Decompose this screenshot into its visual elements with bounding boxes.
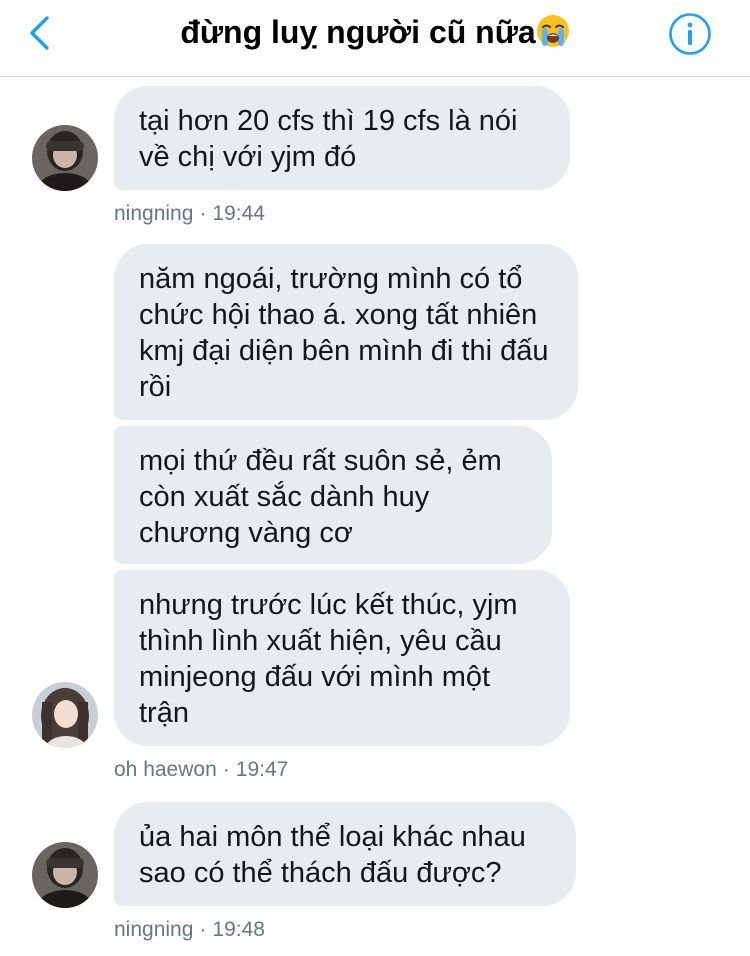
- info-button[interactable]: [668, 12, 712, 56]
- message-time: 19:48: [212, 918, 265, 941]
- message-meta: ningning · 19:44: [114, 202, 265, 226]
- sender-name: ningning: [114, 202, 194, 225]
- message-bubble[interactable]: nhưng trước lúc kết thúc, yjm thình lình…: [114, 570, 570, 746]
- avatar-image: [32, 842, 98, 908]
- meta-separator: ·: [199, 918, 207, 941]
- avatar-ningning[interactable]: [32, 842, 98, 908]
- message-text: năm ngoái, trường mình có tổ chức hội th…: [139, 263, 549, 403]
- avatar-oh-haewon[interactable]: [32, 682, 98, 748]
- conversation-title-row: đừng luỵ người cũ nữa: [0, 14, 750, 51]
- message-bubble[interactable]: tại hơn 20 cfs thì 19 cfs là nói về chị …: [114, 86, 570, 190]
- meta-separator: ·: [199, 202, 207, 225]
- sender-name: oh haewon: [114, 758, 217, 781]
- message-text: mọi thứ đều rất suôn sẻ, ẻm còn xuất sắc…: [139, 445, 502, 549]
- message-time: 19:44: [212, 202, 265, 225]
- message-bubble[interactable]: năm ngoái, trường mình có tổ chức hội th…: [114, 244, 578, 420]
- conversation-header: đừng luỵ người cũ nữa: [0, 0, 750, 77]
- conversation-title: đừng luỵ người cũ nữa: [180, 14, 536, 50]
- message-text: ủa hai môn thể loại khác nhau sao có thể…: [139, 821, 526, 889]
- message-bubble[interactable]: ủa hai môn thể loại khác nhau sao có thể…: [114, 802, 576, 906]
- message-text: tại hơn 20 cfs thì 19 cfs là nói về chị …: [139, 105, 518, 173]
- message-meta: oh haewon · 19:47: [114, 758, 288, 782]
- message-meta: ningning · 19:48: [114, 918, 265, 942]
- avatar-image: [32, 682, 98, 748]
- avatar-ningning[interactable]: [32, 125, 98, 191]
- meta-separator: ·: [222, 758, 230, 781]
- info-icon: [669, 13, 711, 55]
- sender-name: ningning: [114, 918, 194, 941]
- loudly-crying-face-icon: [536, 15, 569, 47]
- message-bubble[interactable]: mọi thứ đều rất suôn sẻ, ẻm còn xuất sắc…: [114, 426, 552, 564]
- message-text: nhưng trước lúc kết thúc, yjm thình lình…: [139, 589, 518, 729]
- message-time: 19:47: [235, 758, 289, 781]
- avatar-image: [32, 125, 98, 191]
